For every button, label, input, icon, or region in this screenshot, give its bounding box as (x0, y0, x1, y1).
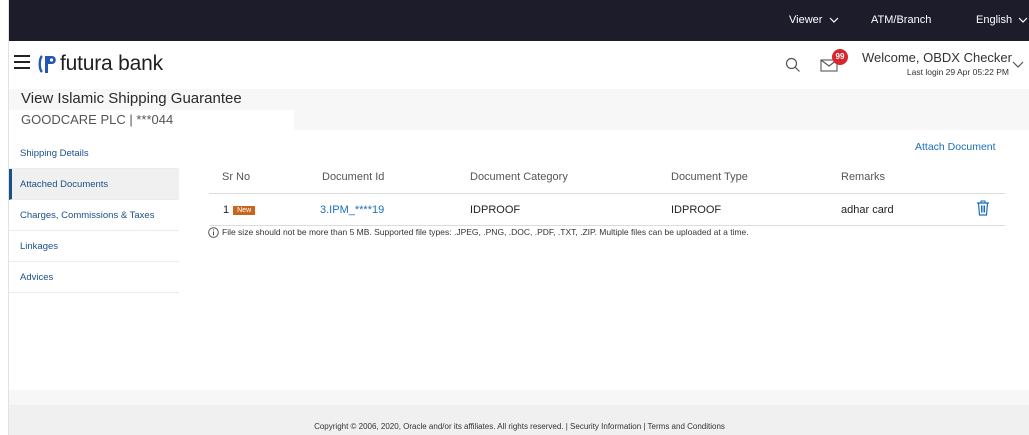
sidebar-item-shipping-details[interactable]: Shipping Details (9, 138, 179, 169)
footer-text: Copyright © 2006, 2020, Oracle and/or it… (314, 422, 725, 431)
welcome-text[interactable]: Welcome, OBDX Checker (852, 50, 1012, 65)
column-header-document-category: Document Category (470, 171, 568, 183)
page-title: View Islamic Shipping Guarantee (21, 90, 242, 107)
table-cell-type: IDPROOF (671, 204, 722, 216)
table-header-divider (209, 193, 1005, 194)
column-header-sr-no: Sr No (222, 171, 251, 183)
document-id-link[interactable]: 3.IPM_****19 (320, 204, 384, 216)
table-cell-sr-no: 1 New (223, 204, 256, 216)
language-label: English (976, 14, 1013, 26)
table-cell-remarks: adhar card (841, 204, 894, 216)
chevron-down-icon (829, 17, 838, 23)
chevron-down-icon (1018, 17, 1028, 23)
table-cell-category: IDPROOF (470, 204, 521, 216)
hamburger-menu-icon[interactable] (14, 55, 30, 73)
info-icon (208, 227, 219, 239)
column-header-document-type: Document Type (671, 171, 748, 183)
file-size-note-text: File size should not be more than 5 MB. … (222, 227, 749, 237)
app-frame: Viewer ATM/Branch English futura bank 99 (8, 0, 1029, 435)
search-icon[interactable] (785, 57, 801, 73)
atm-branch-link[interactable]: ATM/Branch (871, 0, 931, 41)
page-subtitle: GOODCARE PLC | ***044 (21, 112, 174, 127)
trash-icon[interactable] (976, 200, 990, 216)
last-login-text: Last login 29 Apr 05:22 PM (906, 67, 1009, 77)
column-header-document-id: Document Id (322, 171, 385, 183)
new-badge: New (233, 205, 256, 215)
sidebar-item-attached-documents[interactable]: Attached Documents (9, 169, 179, 200)
futura-logo-icon (38, 55, 56, 73)
file-size-note: File size should not be more than 5 MB. … (208, 227, 749, 239)
viewer-label: Viewer (789, 14, 823, 26)
table-row-divider (209, 225, 1005, 226)
brand-name: futura bank (60, 52, 163, 75)
sr-no-value: 1 (223, 204, 230, 216)
chevron-down-icon[interactable] (1012, 58, 1024, 70)
attach-document-link[interactable]: Attach Document (915, 141, 996, 153)
sidebar-item-charges[interactable]: Charges, Commissions & Taxes (9, 200, 179, 231)
column-header-remarks: Remarks (841, 171, 886, 183)
top-bar: Viewer ATM/Branch English (9, 0, 1029, 41)
language-menu[interactable]: English (976, 0, 1028, 41)
footer: Copyright © 2006, 2020, Oracle and/or it… (9, 405, 1029, 435)
sidebar-item-advices[interactable]: Advices (9, 262, 179, 293)
viewer-menu[interactable]: Viewer (789, 0, 839, 41)
sidebar-item-linkages[interactable]: Linkages (9, 231, 179, 262)
header: futura bank 99 Welcome, OBDX Checker Las… (9, 41, 1029, 89)
mail-count-badge: 99 (832, 49, 848, 65)
